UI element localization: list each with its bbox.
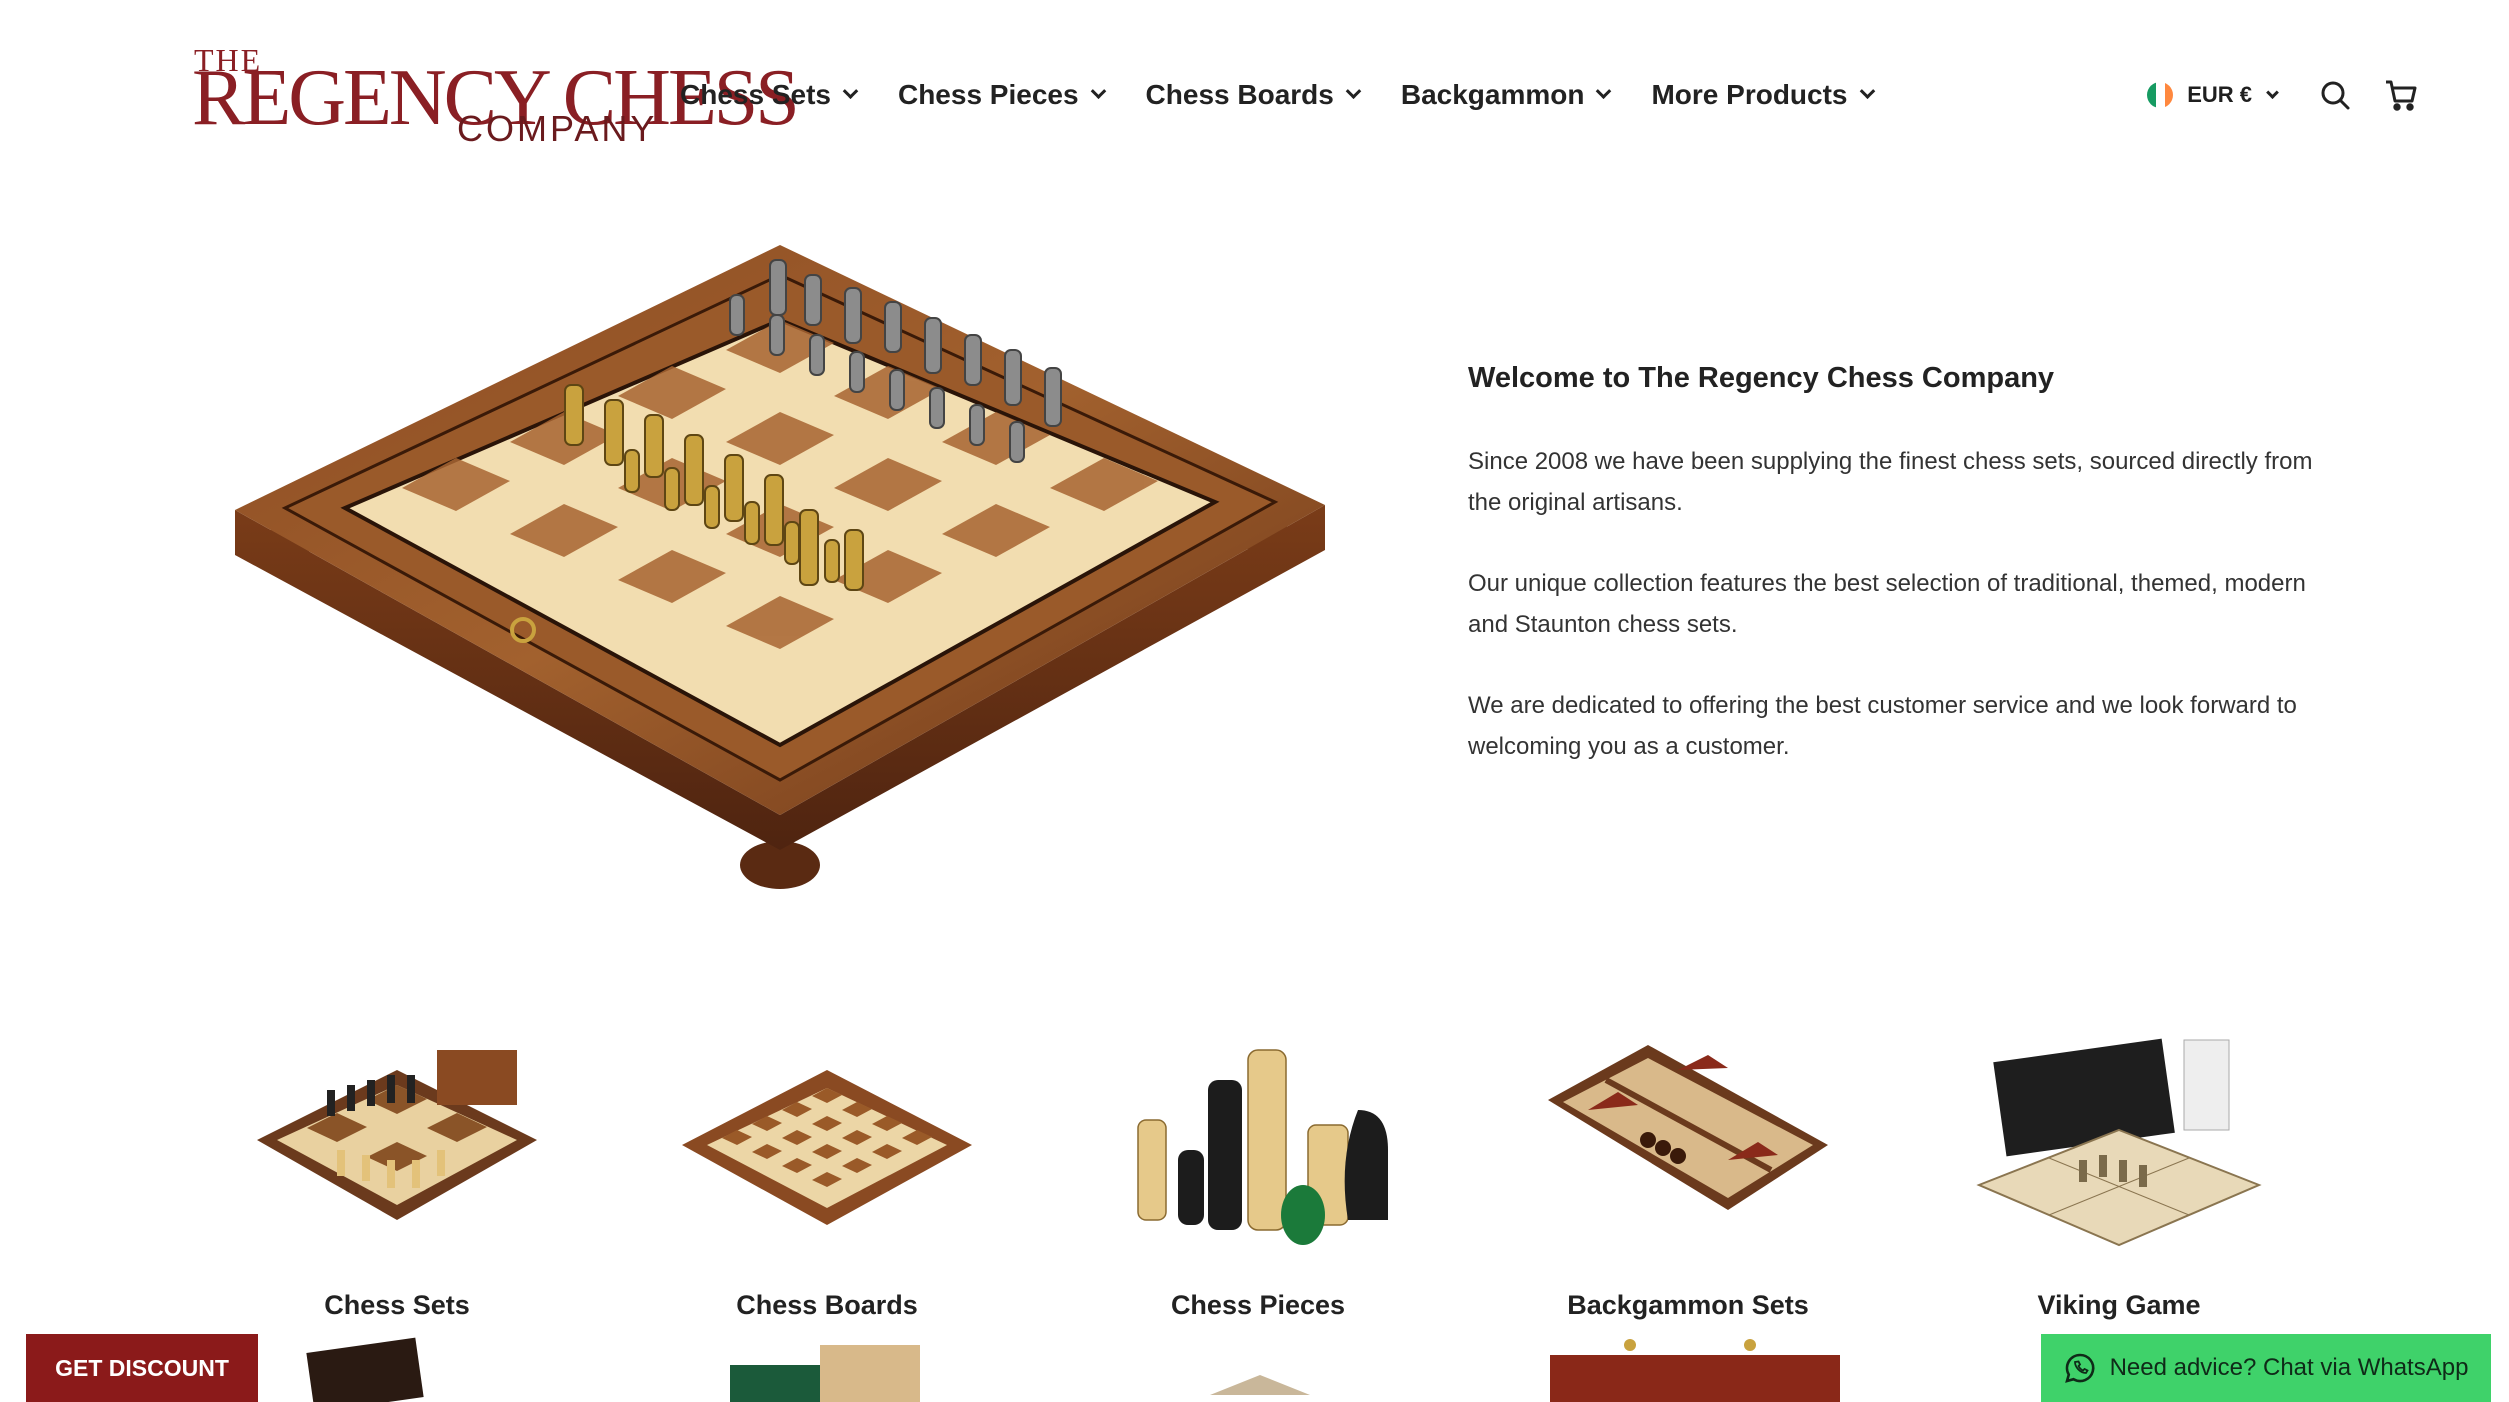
- category-chess-sets[interactable]: Chess Sets: [237, 1030, 557, 1321]
- category-chess-boards[interactable]: Chess Boards: [667, 1030, 987, 1321]
- chevron-down-icon: [842, 82, 859, 99]
- cart-icon: [2386, 80, 2417, 111]
- chevron-down-icon: [1859, 82, 1875, 99]
- nav-item-more-products[interactable]: More Products: [1651, 72, 1875, 118]
- category-backgammon-sets[interactable]: Backgammon Sets: [1528, 1030, 1848, 1321]
- currency-label: EUR €: [2187, 82, 2252, 107]
- cart-button[interactable]: [2381, 75, 2421, 115]
- category-label: Chess Pieces: [1170, 1290, 1346, 1320]
- backgammon-thumbnail: [1548, 1045, 1828, 1210]
- ireland-flag-icon: [2147, 82, 2174, 108]
- whatsapp-icon: [2064, 1352, 2096, 1384]
- category-thumbnail: [1550, 1339, 1840, 1402]
- get-discount-label: GET DISCOUNT: [55, 1354, 229, 1381]
- nav-item-chess-boards[interactable]: Chess Boards: [1145, 72, 1362, 118]
- nav-item-label: Chess Boards: [1145, 79, 1334, 110]
- welcome-paragraph: Our unique collection features the best …: [1468, 570, 2306, 638]
- currency-selector[interactable]: EUR €: [2147, 82, 2279, 108]
- chevron-down-icon: [1345, 82, 1362, 99]
- chevron-down-icon: [1090, 82, 1106, 99]
- welcome-heading: Welcome to The Regency Chess Company: [1468, 362, 2055, 394]
- whatsapp-chat-button[interactable]: Need advice? Chat via WhatsApp: [2041, 1334, 2491, 1402]
- nav-item-chess-pieces[interactable]: Chess Pieces: [897, 72, 1106, 118]
- whatsapp-label: Need advice? Chat via WhatsApp: [2109, 1354, 2469, 1381]
- search-icon: [2321, 81, 2350, 110]
- nav-item-label: Chess Pieces: [897, 79, 1079, 110]
- welcome-paragraph: Since 2008 we have been supplying the fi…: [1468, 448, 2313, 516]
- logo-company: COMPANY: [457, 108, 658, 149]
- category-thumbnail: [730, 1345, 920, 1402]
- hero-chessboard-image: [235, 245, 1325, 889]
- chess-pieces-thumbnail: [1137, 1049, 1388, 1245]
- header-tools: EUR €: [2147, 72, 2421, 118]
- category-label: Viking Game: [2037, 1290, 2201, 1320]
- category-thumbnail: [1210, 1375, 1310, 1395]
- nav-item-label: Chess Sets: [680, 79, 831, 110]
- viking-game-thumbnail: [1976, 1038, 2262, 1247]
- category-label: Chess Sets: [324, 1290, 470, 1320]
- get-discount-button[interactable]: GET DISCOUNT: [26, 1334, 258, 1402]
- site-header: THE REGENCY CHESS COMPANY Chess Sets Che…: [0, 0, 2509, 190]
- nav-item-label: More Products: [1651, 79, 1848, 110]
- search-button[interactable]: [2315, 75, 2355, 115]
- site-logo[interactable]: THE REGENCY CHESS COMPANY: [192, 38, 800, 149]
- category-label: Backgammon Sets: [1567, 1290, 1809, 1320]
- chevron-down-icon: [1596, 82, 1612, 99]
- chess-board-thumbnail: [682, 1070, 972, 1225]
- nav-item-chess-sets[interactable]: Chess Sets: [680, 72, 859, 118]
- nav-item-label: Backgammon: [1400, 79, 1585, 110]
- welcome-paragraph: We are dedicated to offering the best cu…: [1468, 692, 2297, 760]
- category-chess-pieces[interactable]: Chess Pieces: [1098, 1030, 1418, 1321]
- chess-set-thumbnail: [257, 1050, 537, 1220]
- chevron-down-icon: [2266, 85, 2279, 99]
- category-label: Chess Boards: [736, 1290, 918, 1320]
- category-thumbnail: [306, 1337, 424, 1402]
- main-nav: Chess Sets Chess Pieces Chess Boards Bac…: [680, 72, 1915, 118]
- nav-item-backgammon[interactable]: Backgammon: [1400, 72, 1612, 118]
- category-viking-game[interactable]: Viking Game: [1959, 1030, 2279, 1321]
- welcome-section: Welcome to The Regency Chess Company Sin…: [1468, 362, 2328, 807]
